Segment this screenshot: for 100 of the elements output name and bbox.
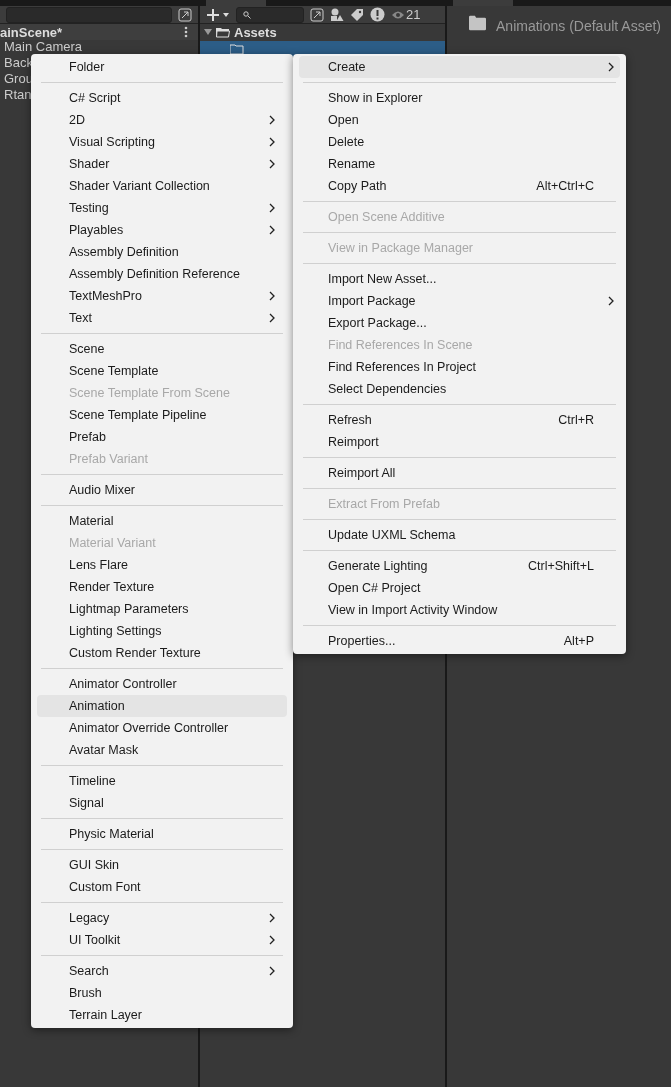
menu-item[interactable]: Terrain Layer (37, 1004, 287, 1026)
menu-item[interactable]: Folder (37, 56, 287, 78)
menu-item[interactable]: Render Texture (37, 576, 287, 598)
hierarchy-item[interactable]: Main Camera (0, 40, 198, 56)
inspector-title: Animations (Default Asset) (496, 18, 661, 34)
menu-item[interactable]: Lightmap Parameters (37, 598, 287, 620)
menu-item-label: Testing (69, 201, 110, 215)
search-field[interactable] (6, 6, 172, 23)
menu-item[interactable]: Copy Path Alt+Ctrl+C (299, 175, 620, 197)
menu-item[interactable]: Update UXML Schema (299, 524, 620, 546)
menu-item[interactable]: Custom Render Texture (37, 642, 287, 664)
menu-item[interactable]: Physic Material (37, 823, 287, 845)
menu-item[interactable]: Assembly Definition Reference (37, 263, 287, 285)
menu-item-label: Copy Path (328, 179, 388, 193)
menu-item[interactable]: Prefab (37, 426, 287, 448)
menu-item[interactable]: Rename (299, 153, 620, 175)
menu-item[interactable]: Refresh Ctrl+R (299, 409, 620, 431)
menu-item[interactable]: Delete (299, 131, 620, 153)
menu-item[interactable]: Avatar Mask (37, 739, 287, 761)
chevron-right-icon (269, 159, 275, 169)
menu-item[interactable]: Reimport (299, 431, 620, 453)
menu-item[interactable]: Import New Asset... (299, 268, 620, 290)
menu-item[interactable]: Animator Override Controller (37, 717, 287, 739)
tree-item[interactable]: Assets (200, 24, 445, 40)
menu-item-label: Custom Font (69, 880, 142, 894)
hidden-count[interactable]: 21 (391, 7, 421, 22)
menu-item[interactable]: Legacy (37, 907, 287, 929)
maximize-icon[interactable] (178, 7, 192, 22)
search-field[interactable] (236, 6, 304, 23)
expand-arrow-icon[interactable] (204, 28, 212, 36)
chevron-right-icon (269, 935, 275, 945)
chevron-right-icon (269, 225, 275, 235)
menu-item-label: Legacy (69, 911, 111, 925)
tag-icon[interactable] (350, 7, 364, 22)
menu-item[interactable]: Scene Template (37, 360, 287, 382)
menu-item-label: Show in Explorer (328, 91, 424, 105)
menu-item[interactable]: Create (299, 56, 620, 78)
menu-item[interactable]: 2D (37, 109, 287, 131)
menu-item[interactable]: Show in Explorer (299, 87, 620, 109)
menu-item-label: Scene Template Pipeline (69, 408, 208, 422)
menu-item[interactable]: C# Script (37, 87, 287, 109)
menu-item[interactable]: Export Package... (299, 312, 620, 334)
chevron-right-icon (269, 966, 275, 976)
menu-item[interactable]: Playables (37, 219, 287, 241)
menu-item[interactable]: Lens Flare (37, 554, 287, 576)
menu-item[interactable]: View in Import Activity Window (299, 599, 620, 621)
menu-item[interactable]: Testing (37, 197, 287, 219)
menu-item[interactable]: Generate Lighting Ctrl+Shift+L (299, 555, 620, 577)
menu-item[interactable]: Text (37, 307, 287, 329)
menu-item[interactable]: Signal (37, 792, 287, 814)
menu-item-label: Lighting Settings (69, 624, 163, 638)
menu-item-label: Playables (69, 223, 125, 237)
menu-item[interactable]: Select Dependencies (299, 378, 620, 400)
menu-item[interactable]: Search (37, 960, 287, 982)
menu-item-label: Audio Mixer (69, 483, 136, 497)
chevron-right-icon (269, 115, 275, 125)
menu-item-label: Reimport All (328, 466, 397, 480)
menu-item[interactable]: Audio Mixer (37, 479, 287, 501)
menu-item[interactable]: Open C# Project (299, 577, 620, 599)
menu-item-label: Terrain Layer (69, 1008, 143, 1022)
menu-item[interactable]: Shader Variant Collection (37, 175, 287, 197)
menu-item[interactable]: Visual Scripting (37, 131, 287, 153)
menu-item[interactable]: Animation (37, 695, 287, 717)
menu-item-label: Update UXML Schema (328, 528, 457, 542)
menu-item[interactable]: Lighting Settings (37, 620, 287, 642)
menu-item-label: Folder (69, 60, 106, 74)
menu-item[interactable]: Scene (37, 338, 287, 360)
menu-item-label: Custom Render Texture (69, 646, 202, 660)
menu-item-label: Search (69, 964, 110, 978)
maximize-icon[interactable] (310, 7, 324, 22)
menu-item[interactable]: Timeline (37, 770, 287, 792)
menu-item-label: Extract From Prefab (328, 497, 441, 511)
menu-item-label: Export Package... (328, 316, 428, 330)
menu-item[interactable]: Custom Font (37, 876, 287, 898)
menu-item-label: Refresh (328, 413, 373, 427)
warning-icon[interactable] (370, 7, 385, 22)
menu-item[interactable]: Assembly Definition (37, 241, 287, 263)
menu-item[interactable]: Brush (37, 982, 287, 1004)
chevron-right-icon (269, 913, 275, 923)
more-options-icon[interactable] (184, 26, 188, 38)
shapes-icon[interactable] (330, 7, 344, 22)
menu-item-label: Shader (69, 157, 111, 171)
menu-item[interactable]: Open (299, 109, 620, 131)
menu-item[interactable]: Find References In Project (299, 356, 620, 378)
menu-item[interactable]: GUI Skin (37, 854, 287, 876)
menu-item[interactable]: UI Toolkit (37, 929, 287, 951)
plus-icon[interactable] (206, 7, 230, 22)
shortcut-label: Ctrl+R (558, 413, 594, 427)
chevron-right-icon (269, 313, 275, 323)
menu-item[interactable]: Import Package (299, 290, 620, 312)
menu-item-label: Reimport (328, 435, 380, 449)
menu-item[interactable]: Animator Controller (37, 673, 287, 695)
menu-item[interactable]: Material (37, 510, 287, 532)
menu-item[interactable]: Scene Template Pipeline (37, 404, 287, 426)
menu-item[interactable]: Shader (37, 153, 287, 175)
menu-item[interactable]: TextMeshPro (37, 285, 287, 307)
menu-item-label: Brush (69, 986, 103, 1000)
menu-item-label: View in Import Activity Window (328, 603, 499, 617)
menu-item[interactable]: Properties... Alt+P (299, 630, 620, 652)
menu-item[interactable]: Reimport All (299, 462, 620, 484)
